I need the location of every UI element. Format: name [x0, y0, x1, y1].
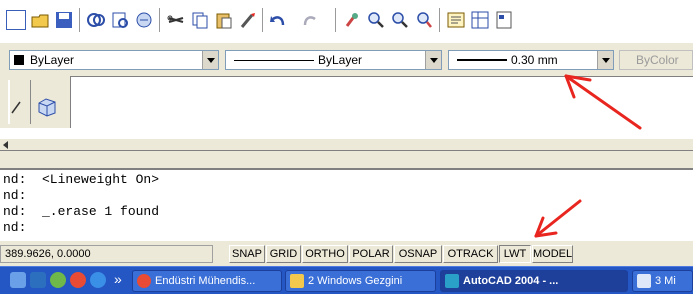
annotation-arrow: [564, 74, 642, 130]
annotation-overlay: [534, 74, 642, 238]
annotation-arrow: [534, 199, 582, 238]
